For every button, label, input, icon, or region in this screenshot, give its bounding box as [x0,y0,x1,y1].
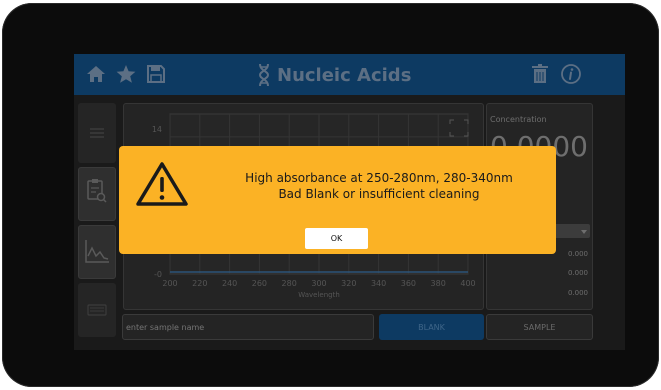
x-tick-label: 340 [371,279,386,288]
sample-button[interactable]: SAMPLE [486,314,593,340]
info-icon[interactable] [560,63,582,85]
home-icon[interactable] [85,63,107,85]
x-tick-label: 260 [252,279,267,288]
star-icon[interactable] [115,63,137,85]
trash-icon[interactable] [529,63,551,85]
header-bar: Nucleic Acids [74,54,625,95]
dna-icon [258,63,270,87]
keyboard-tool-button[interactable] [78,283,116,337]
sliders-icon [90,128,104,138]
keyboard-icon [87,304,107,316]
concentration-label: Concentration [490,115,547,124]
page-title: Nucleic Acids [277,64,412,86]
review-tool-button[interactable] [78,167,116,221]
chevron-down-icon [581,230,587,234]
x-tick-label: 360 [401,279,416,288]
dialog-message: High absorbance at 250-280nm, 280-340nm … [229,170,529,202]
y-tick-label: 14 [152,125,162,134]
reading-3: 0.000 [567,289,588,297]
clipboard-search-icon [87,179,107,203]
warning-icon [136,162,188,206]
graph-tool-button[interactable] [78,225,116,279]
x-tick-label: 380 [431,279,446,288]
x-tick-label: 320 [341,279,356,288]
save-icon[interactable] [145,63,167,85]
unit-dropdown[interactable] [552,224,590,238]
reading-2: 0.000 [567,269,588,277]
ok-button[interactable]: OK [305,228,368,249]
x-tick-label: 280 [282,279,297,288]
title-group: Nucleic Acids [257,62,411,88]
line-graph-icon [85,240,109,263]
dialog-message-line-1: High absorbance at 250-280nm, 280-340nm [245,171,513,185]
x-tick-label: 220 [192,279,207,288]
blank-button[interactable]: BLANK [379,314,484,340]
x-tick-label: 200 [162,279,177,288]
warning-dialog: High absorbance at 250-280nm, 280-340nm … [119,146,556,254]
reading-1: 0.000 [567,250,588,258]
x-tick-label: 300 [311,279,326,288]
sample-name-input[interactable] [122,314,374,340]
filter-tool-button[interactable] [78,103,116,163]
x-axis-label: Wavelength [298,291,340,299]
device-bezel: Nucleic Acids 200 220 240 260 280 300 32… [2,3,659,387]
x-tick-label: 240 [222,279,237,288]
dialog-message-line-2: Bad Blank or insufficient cleaning [278,187,480,201]
y-tick-label: -0 [154,270,162,279]
x-tick-label: 400 [460,279,475,288]
